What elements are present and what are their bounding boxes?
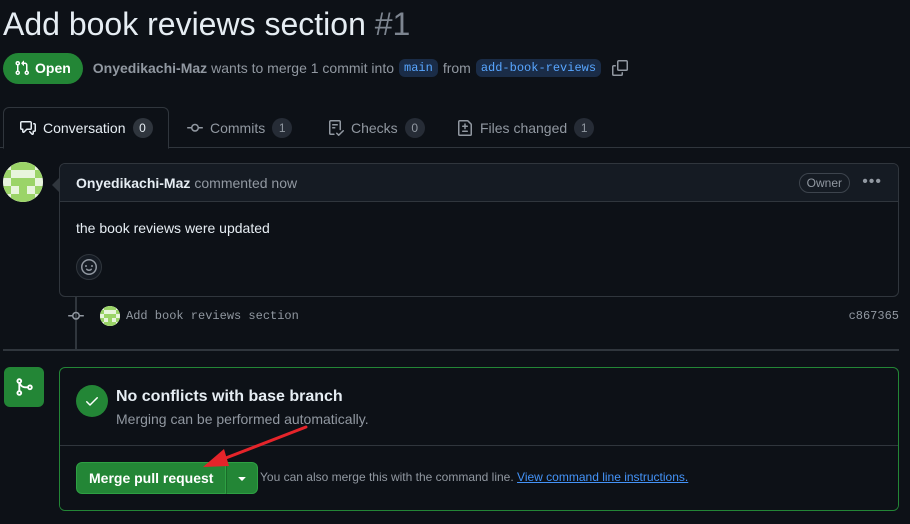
commit-item: Add book reviews section c867365 bbox=[66, 304, 899, 328]
comment-author-link[interactable]: Onyedikachi-Maz bbox=[76, 175, 190, 191]
pr-number: #1 bbox=[374, 6, 411, 42]
merge-options-dropdown[interactable] bbox=[226, 462, 259, 494]
tab-checks[interactable]: Checks 0 bbox=[328, 107, 425, 148]
merge-status-subtitle: Merging can be performed automatically. bbox=[116, 411, 369, 427]
merge-actions: Merge pull request You can also merge th… bbox=[60, 446, 898, 510]
check-circle-icon bbox=[76, 385, 108, 417]
smiley-icon bbox=[81, 259, 97, 275]
git-pull-request-icon bbox=[15, 60, 30, 76]
tab-counter: 0 bbox=[404, 117, 425, 138]
cli-text: You can also merge this with the command… bbox=[260, 470, 514, 484]
git-commit-icon bbox=[187, 123, 203, 132]
add-reaction-button[interactable] bbox=[76, 254, 102, 280]
pr-author-link[interactable]: Onyedikachi-Maz bbox=[93, 60, 207, 76]
file-diff-icon bbox=[458, 119, 472, 136]
tab-counter: 1 bbox=[272, 117, 293, 138]
merge-box-icon bbox=[4, 367, 44, 407]
tab-label: Conversation bbox=[43, 120, 126, 136]
tab-files-changed[interactable]: Files changed 1 bbox=[457, 107, 595, 148]
pr-title: Add book reviews section #1 bbox=[3, 6, 410, 43]
merge-status-title: No conflicts with base branch bbox=[116, 388, 343, 405]
command-line-note: You can also merge this with the command… bbox=[260, 470, 688, 484]
checklist-icon bbox=[329, 119, 344, 136]
merge-box: No conflicts with base branch Merging ca… bbox=[59, 367, 899, 511]
pr-tabs: Conversation 0 Commits 1 Checks 0 Files … bbox=[0, 107, 910, 149]
merge-button-group: Merge pull request bbox=[76, 462, 259, 494]
tab-conversation[interactable]: Conversation 0 bbox=[3, 107, 169, 149]
git-commit-icon bbox=[66, 308, 86, 324]
git-merge-icon bbox=[16, 378, 33, 396]
pr-title-text: Add book reviews section bbox=[3, 6, 366, 42]
tab-commits[interactable]: Commits 1 bbox=[187, 107, 293, 148]
state-badge: Open bbox=[3, 52, 83, 84]
timeline-divider bbox=[3, 349, 899, 351]
merge-text-1: wants to merge 1 commit into bbox=[211, 60, 395, 76]
cli-instructions-link[interactable]: View command line instructions. bbox=[517, 470, 688, 484]
tab-counter: 1 bbox=[574, 117, 595, 138]
copy-icon[interactable] bbox=[612, 60, 629, 76]
state-label: Open bbox=[35, 60, 71, 76]
base-branch[interactable]: main bbox=[399, 59, 438, 77]
avatar[interactable] bbox=[3, 162, 43, 202]
owner-badge: Owner bbox=[798, 173, 850, 193]
merge-description: Onyedikachi-Maz wants to merge 1 commit … bbox=[93, 59, 629, 77]
kebab-menu-icon[interactable]: ••• bbox=[862, 173, 882, 191]
commit-avatar[interactable] bbox=[100, 306, 120, 326]
merge-status: No conflicts with base branch Merging ca… bbox=[60, 368, 898, 446]
commit-message-link[interactable]: Add book reviews section bbox=[126, 309, 299, 323]
tab-label: Checks bbox=[351, 119, 398, 136]
tab-counter: 0 bbox=[132, 118, 153, 138]
comment-timestamp[interactable]: commented now bbox=[194, 175, 297, 191]
comment-discussion-icon bbox=[20, 121, 36, 135]
pr-meta: Open Onyedikachi-Maz wants to merge 1 co… bbox=[3, 52, 629, 84]
tab-label: Files changed bbox=[480, 119, 568, 136]
merge-pull-request-button[interactable]: Merge pull request bbox=[76, 462, 227, 494]
comment-body: the book reviews were updated bbox=[76, 220, 270, 236]
head-branch[interactable]: add-book-reviews bbox=[475, 59, 602, 77]
comment-card: Onyedikachi-Maz commented now Owner ••• … bbox=[59, 163, 899, 297]
commit-sha-link[interactable]: c867365 bbox=[849, 309, 899, 323]
merge-text-2: from bbox=[442, 60, 471, 76]
tab-label: Commits bbox=[210, 119, 266, 136]
comment-header: Onyedikachi-Maz commented now Owner ••• bbox=[60, 164, 898, 202]
triangle-down-icon bbox=[238, 477, 247, 481]
